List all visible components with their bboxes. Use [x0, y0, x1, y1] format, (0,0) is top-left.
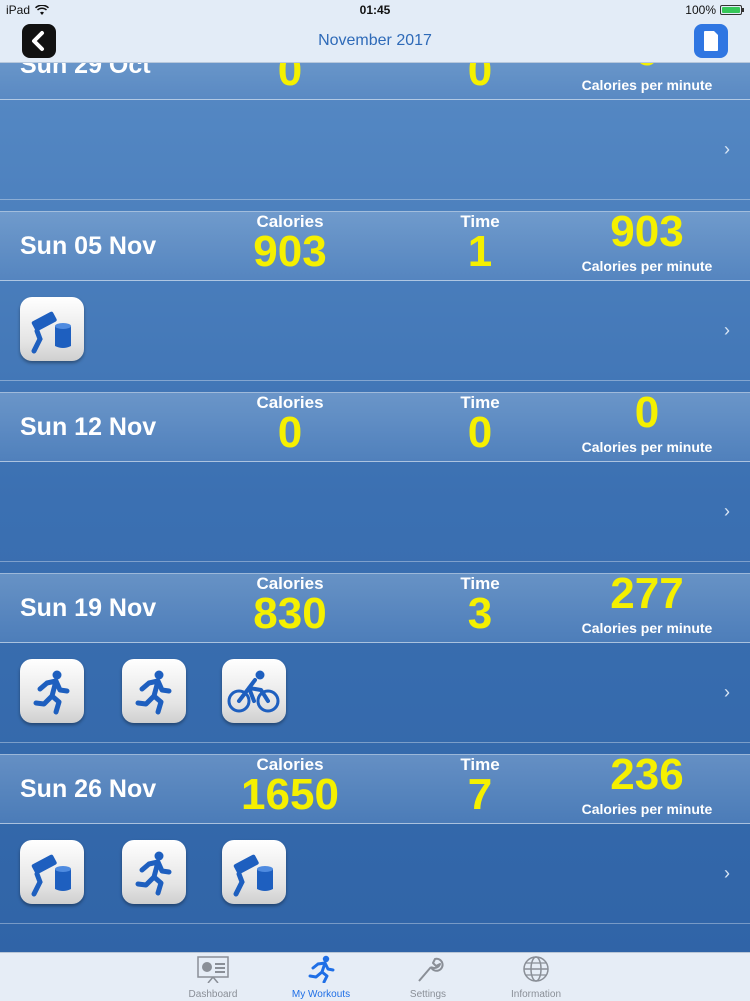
wrench-icon	[418, 957, 444, 982]
workout-date: Sun 12 Nov	[20, 413, 157, 441]
workout-row[interactable]: Sun 29 Oct Calories 0 Time 0 0 Calories …	[0, 63, 750, 201]
calories-per-minute-value: 277	[610, 569, 684, 618]
document-button[interactable]	[694, 24, 728, 58]
activity-paint-roller-icon[interactable]	[222, 840, 286, 904]
tab-dashboard[interactable]: Dashboard	[168, 955, 258, 1000]
chevron-right-icon: ›	[724, 139, 730, 159]
globe-icon	[523, 956, 549, 982]
calories-per-minute-label: Calories per minute	[581, 77, 713, 93]
workout-summary: Sun 19 Nov Calories 830 Time 3 277 Calor…	[0, 569, 750, 643]
activity-running-icon[interactable]	[20, 659, 84, 723]
calories-value: 0	[277, 63, 303, 95]
status-time: 01:45	[359, 3, 391, 17]
time-value: 0	[467, 63, 493, 95]
tab-label: Settings	[409, 989, 447, 1000]
tab-information[interactable]: Information	[491, 955, 581, 1000]
workout-row[interactable]: Sun 19 Nov Calories 830 Time 3 277 Calor…	[0, 563, 750, 744]
time-value: 0	[467, 408, 493, 457]
calories-per-minute-label: Calories per minute	[581, 801, 713, 817]
workout-row[interactable]: Sun 12 Nov Calories 0 Time 0 0 Calories …	[0, 382, 750, 563]
workout-summary: Sun 05 Nov Calories 903 Time 1 903 Calor…	[0, 207, 750, 281]
dashboard-icon	[197, 956, 229, 984]
calories-value: 0	[277, 408, 303, 457]
activity-running-icon[interactable]	[122, 659, 186, 723]
tab-label: Information	[510, 989, 562, 1000]
workout-detail[interactable]: ›	[0, 823, 750, 924]
page-title: November 2017	[318, 32, 432, 49]
workout-date: Sun 29 Oct	[20, 63, 151, 79]
workout-summary: Sun 26 Nov Calories 1650 Time 7 236 Calo…	[0, 750, 750, 824]
navigation-bar: November 2017	[0, 20, 750, 63]
activity-paint-roller-icon[interactable]	[20, 840, 84, 904]
calories-per-minute-label: Calories per minute	[581, 439, 713, 455]
calories-value: 903	[253, 227, 327, 276]
activity-running-icon[interactable]	[122, 840, 186, 904]
tab-settings[interactable]: Settings	[383, 955, 473, 1000]
battery-icon	[720, 5, 744, 15]
time-value: 3	[467, 589, 493, 638]
time-value: 7	[467, 770, 493, 819]
chevron-right-icon: ›	[724, 682, 730, 702]
chevron-right-icon: ›	[724, 501, 730, 521]
workout-date: Sun 19 Nov	[20, 594, 157, 622]
chevron-right-icon: ›	[724, 320, 730, 340]
workout-summary: Sun 12 Nov Calories 0 Time 0 0 Calories …	[0, 388, 750, 462]
chevron-right-icon: ›	[724, 863, 730, 883]
tab-my-workouts[interactable]: My Workouts	[276, 955, 366, 1000]
workout-detail[interactable]: ›	[0, 280, 750, 381]
calories-per-minute-value: 903	[610, 207, 684, 256]
workout-date: Sun 05 Nov	[20, 232, 157, 260]
activity-paint-roller-icon[interactable]	[20, 297, 84, 361]
calories-per-minute-value: 0	[567, 63, 727, 75]
workout-detail[interactable]: ›	[0, 642, 750, 743]
tab-bar: Dashboard My Workouts Settings Informati…	[0, 952, 750, 1001]
workout-list[interactable]: Sun 29 Oct Calories 0 Time 0 0 Calories …	[0, 63, 750, 952]
battery-percent: 100%	[685, 3, 716, 17]
running-icon	[308, 955, 335, 984]
status-bar: iPad 01:45 100%	[0, 0, 750, 20]
tab-label: My Workouts	[291, 989, 351, 1000]
tab-label: Dashboard	[188, 989, 238, 1000]
workout-row[interactable]: Sun 26 Nov Calories 1650 Time 7 236 Calo…	[0, 744, 750, 925]
calories-per-minute-value: 236	[610, 750, 684, 799]
activity-cycling-icon[interactable]	[222, 659, 286, 723]
workout-summary: Sun 29 Oct Calories 0 Time 0 0 Calories …	[0, 63, 750, 100]
workout-detail[interactable]: ›	[0, 99, 750, 200]
workout-date: Sun 26 Nov	[20, 775, 157, 803]
document-icon	[704, 31, 718, 51]
calories-per-minute-label: Calories per minute	[581, 620, 713, 636]
workout-row[interactable]: Sun 05 Nov Calories 903 Time 1 903 Calor…	[0, 201, 750, 382]
calories-per-minute-value: 0	[634, 388, 660, 437]
calories-per-minute-label: Calories per minute	[581, 258, 713, 274]
calories-value: 830	[253, 589, 327, 638]
calories-value: 1650	[241, 770, 339, 819]
workout-detail[interactable]: ›	[0, 461, 750, 562]
time-value: 1	[467, 227, 493, 276]
